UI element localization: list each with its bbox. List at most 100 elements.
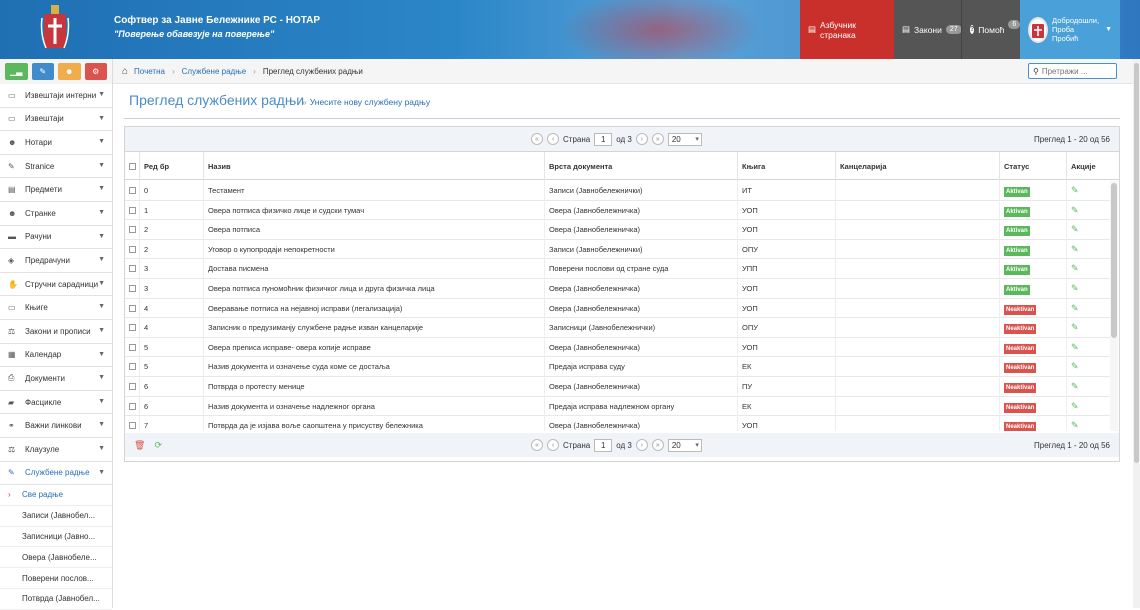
row-checkbox[interactable] — [129, 206, 136, 214]
first-page-button[interactable]: « — [531, 133, 543, 145]
last-page-button[interactable]: » — [651, 133, 664, 145]
table-row[interactable]: 5 Овера преписа исправе- овера копије исп… — [125, 337, 1111, 358]
row-checkbox[interactable] — [129, 284, 136, 292]
edit-pencil-icon[interactable]: ✎ — [1071, 303, 1079, 313]
sidebar-item[interactable]: ▰ Фасцикле ▼ — [0, 390, 112, 415]
first-page-button[interactable]: « — [531, 439, 543, 451]
row-checkbox[interactable] — [129, 422, 136, 430]
alphabet-parties-button[interactable]: ▤ Азбучник странака — [800, 0, 894, 59]
row-checkbox[interactable] — [129, 187, 136, 194]
table-row[interactable]: 6 Потврда о протесту менице Овера (Јавнобе… — [125, 376, 1111, 397]
table-scrollbar[interactable] — [1110, 181, 1118, 431]
page-scrollbar[interactable] — [1133, 59, 1140, 608]
last-page-button[interactable]: » — [651, 439, 664, 451]
column-header[interactable]: Врста документа — [544, 152, 737, 181]
table-row[interactable]: 3 Достава писмена Поверени послови од стра… — [125, 259, 1111, 279]
row-checkbox[interactable] — [129, 363, 136, 371]
column-header[interactable]: Статус — [999, 152, 1066, 181]
column-header[interactable]: Акције — [1066, 152, 1111, 181]
column-header[interactable]: Ред бр — [139, 152, 203, 181]
sidebar-item[interactable]: ◈ Предрачуни ▼ — [0, 249, 112, 273]
refresh-icon[interactable]: ⟳ — [154, 440, 162, 451]
table-row[interactable]: 0 Тестамент Записи (Јавнобележнички) ИТ Akti… — [125, 181, 1111, 201]
settings-shortcut-button[interactable]: ⚙ — [84, 63, 107, 80]
edit-pencil-icon[interactable]: ✎ — [1071, 263, 1079, 273]
sidebar-item[interactable]: ⎙ Документи ▼ — [0, 367, 112, 391]
edit-pencil-icon[interactable]: ✎ — [1071, 283, 1079, 293]
edit-shortcut-button[interactable]: ✎ — [31, 63, 54, 80]
next-page-button[interactable]: › — [635, 133, 648, 145]
stats-shortcut-button[interactable]: ▁▃ — [5, 63, 28, 80]
trash-icon[interactable]: 🗑 — [134, 440, 145, 451]
sidebar-item[interactable]: ▭ Извештаји ▼ — [0, 107, 112, 132]
table-row[interactable]: 7 Потврда да је изјава воље саопштена у п… — [125, 416, 1111, 431]
sidebar-item[interactable]: ▭ Књиге ▼ — [0, 296, 112, 320]
per-page-select[interactable]: 20 — [667, 132, 702, 146]
sidebar-item[interactable]: ⚖ Клаузуле ▼ — [0, 437, 112, 462]
row-checkbox[interactable] — [129, 226, 136, 234]
sidebar-item[interactable]: ▦ Календар ▼ — [0, 343, 112, 368]
sidebar-subitem[interactable]: Потврда (Јавнобел... — [0, 589, 112, 610]
user-menu[interactable]: Добродошли, Проба Пробић ▼ — [1020, 0, 1120, 59]
sidebar-item[interactable]: ✎ Stranice ▼ — [0, 154, 112, 179]
row-checkbox[interactable] — [129, 324, 136, 332]
row-checkbox[interactable] — [129, 382, 136, 390]
edit-pencil-icon[interactable]: ✎ — [1071, 401, 1079, 411]
table-row[interactable]: 3 Овера потписа пуномоћник физичког лица … — [125, 278, 1111, 299]
column-header[interactable]: Књига — [737, 152, 835, 181]
sidebar-item[interactable]: ⚭ Важни линкови ▼ — [0, 414, 112, 438]
sidebar-item[interactable]: ▤ Предмети ▼ — [0, 178, 112, 202]
sidebar-item[interactable]: ☻ Странке ▼ — [0, 201, 112, 226]
sidebar-item[interactable]: ⚖ Закони и прописи ▼ — [0, 319, 112, 344]
row-checkbox[interactable] — [129, 304, 136, 312]
table-row[interactable]: 1 Овера потписа физичко лице и судски тум… — [125, 200, 1111, 221]
column-header[interactable]: Назив — [203, 152, 544, 181]
edit-pencil-icon[interactable]: ✎ — [1071, 224, 1079, 234]
edit-pencil-icon[interactable]: ✎ — [1071, 244, 1079, 254]
page-input[interactable]: 1 — [594, 438, 613, 452]
edit-pencil-icon[interactable]: ✎ — [1071, 185, 1079, 195]
edit-pencil-icon[interactable]: ✎ — [1071, 322, 1079, 332]
sidebar-item[interactable]: ▬ Рачуни ▼ — [0, 225, 112, 250]
edit-pencil-icon[interactable]: ✎ — [1071, 205, 1079, 215]
group-shortcut-button[interactable]: ☻ — [58, 63, 81, 80]
sidebar-subitem[interactable]: Поверени послов... — [0, 568, 112, 590]
row-checkbox[interactable] — [129, 245, 136, 253]
help-button[interactable]: ? Помоћ 6 — [961, 0, 1021, 59]
prev-page-button[interactable]: ‹ — [547, 133, 559, 145]
table-row[interactable]: 2 Уговор о купопродаји непокретности Запис… — [125, 239, 1111, 260]
edit-pencil-icon[interactable]: ✎ — [1071, 420, 1079, 430]
sidebar-item[interactable]: ✎ Службене радње ▼ — [0, 461, 112, 486]
row-checkbox[interactable] — [129, 265, 136, 273]
edit-pencil-icon[interactable]: ✎ — [1071, 361, 1079, 371]
new-official-action-link[interactable]: » Унесите нову службену радњу — [302, 97, 430, 107]
sidebar-item[interactable]: ☻ Нотари ▼ — [0, 131, 112, 155]
next-page-button[interactable]: › — [635, 439, 648, 451]
breadcrumb-section[interactable]: Службене радње — [182, 67, 247, 76]
sidebar-item[interactable]: ▭ Извештаји интерни ▼ — [0, 84, 112, 108]
table-row[interactable]: 4 Записник о предузиманју службене радње … — [125, 318, 1111, 338]
laws-button[interactable]: ▤ Закони 27 — [894, 0, 962, 59]
breadcrumb-home[interactable]: Почетна — [134, 67, 165, 76]
select-all-checkbox[interactable] — [129, 163, 136, 170]
edit-pencil-icon[interactable]: ✎ — [1071, 381, 1079, 391]
table-scrollbar-thumb[interactable] — [1111, 183, 1117, 338]
row-checkbox[interactable] — [129, 343, 136, 351]
sidebar-subitem[interactable]: Овера (Јавнобеле... — [0, 547, 112, 569]
sidebar-subitem[interactable]: Записници (Јавно... — [0, 526, 112, 548]
sidebar-item[interactable]: ✋ Стручни сарадници ▼ — [0, 272, 112, 297]
table-row[interactable]: 5 Назив документа и означење суда коме се… — [125, 357, 1111, 377]
prev-page-button[interactable]: ‹ — [547, 439, 559, 451]
row-checkbox[interactable] — [129, 402, 136, 410]
per-page-select[interactable]: 20 — [667, 438, 702, 452]
edit-pencil-icon[interactable]: ✎ — [1071, 342, 1079, 352]
search-input[interactable] — [1041, 66, 1112, 76]
sidebar-subitem[interactable]: › Све радње — [0, 485, 112, 506]
page-scrollbar-thumb[interactable] — [1134, 63, 1139, 463]
table-row[interactable]: 4 Оверавање потписа на нејавној исправи (… — [125, 298, 1111, 319]
sidebar-subitem[interactable]: Записи (Јавнобел... — [0, 505, 112, 527]
page-input[interactable]: 1 — [594, 132, 613, 146]
table-row[interactable]: 2 Овера потписа Овера (Јавнобележничка) УОП… — [125, 220, 1111, 240]
column-header[interactable]: Канцеларија — [835, 152, 999, 181]
table-row[interactable]: 6 Назив документа и означење надлежног ор… — [125, 396, 1111, 417]
